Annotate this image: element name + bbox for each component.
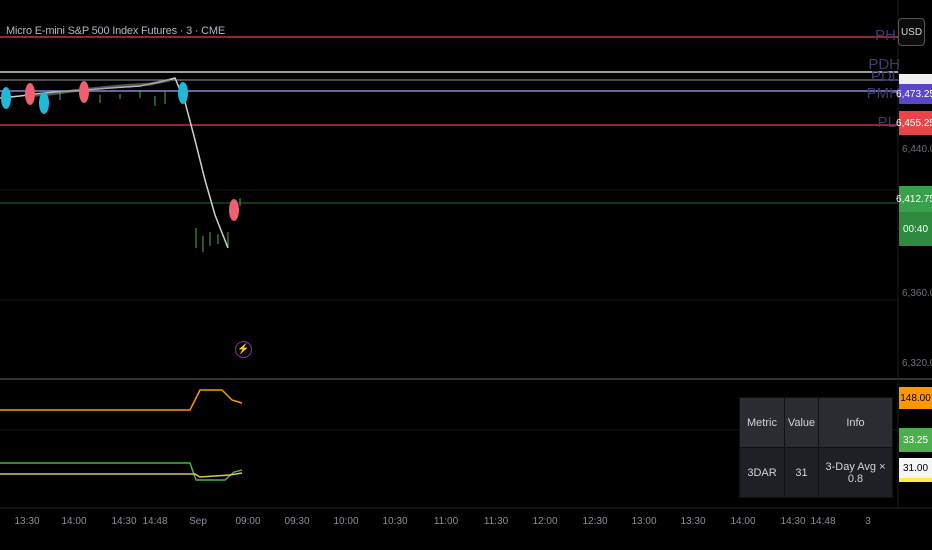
time-label: 10:00 xyxy=(333,516,359,527)
value-header: Value xyxy=(784,397,819,448)
metric-header: Metric xyxy=(739,397,785,448)
pdl-label: PDL xyxy=(870,68,900,85)
time-label: 13:30 xyxy=(14,516,40,527)
info-cell: 3-Day Avg × 0.8 xyxy=(818,447,893,498)
value-cell: 31 xyxy=(784,447,819,498)
red-marker xyxy=(79,81,89,103)
price-path-line[interactable] xyxy=(0,77,229,249)
red-marker xyxy=(25,83,35,105)
yellow-indicator-tag: 31.00 xyxy=(899,458,932,482)
red-marker xyxy=(229,199,239,221)
time-label: 14:00 xyxy=(61,516,87,527)
time-label: 14:00 xyxy=(730,516,756,527)
price-tick: 6,320.00 xyxy=(902,358,932,369)
currency-button[interactable]: USD xyxy=(898,18,925,46)
time-label: 14:48 xyxy=(810,516,836,527)
time-label: 12:30 xyxy=(582,516,608,527)
time-label: 10:30 xyxy=(382,516,408,527)
time-label: 12:00 xyxy=(532,516,558,527)
metric-cell: 3DAR xyxy=(739,447,785,498)
time-label: 13:00 xyxy=(631,516,657,527)
time-label: 13:30 xyxy=(680,516,706,527)
price-tick: 6,440.00 xyxy=(902,144,932,155)
last-price-tag: 6,412.75 xyxy=(896,186,932,212)
orange-indicator-tag: 148.00 xyxy=(899,387,932,409)
level-low-price-tag: 6,455.25 xyxy=(896,111,932,135)
time-label: 09:00 xyxy=(235,516,261,527)
green-indicator-line[interactable] xyxy=(0,462,243,481)
time-label: Sep xyxy=(189,516,207,527)
yellow-indicator-line[interactable] xyxy=(0,472,243,478)
orange-indicator-line[interactable] xyxy=(0,389,243,411)
pmh-label: PMH xyxy=(866,85,900,102)
pl-label: PL xyxy=(877,114,896,131)
time-label: 11:30 xyxy=(483,516,509,527)
cyan-marker xyxy=(39,92,49,114)
ph-label: PH xyxy=(875,27,896,44)
table-row: 3DAR 31 3-Day Avg × 0.8 xyxy=(739,447,893,498)
cyan-marker xyxy=(178,82,188,104)
time-label: 14:30 xyxy=(111,516,137,527)
metrics-table-header: Metric Value Info xyxy=(739,397,893,448)
time-label: 11:00 xyxy=(433,516,459,527)
cyan-marker xyxy=(1,87,11,109)
price-tick: 6,360.00 xyxy=(902,288,932,299)
grid-lines xyxy=(0,189,898,431)
time-label: 14:48 xyxy=(142,516,168,527)
symbol-title[interactable]: Micro E-mini S&P 500 Index Futures · 3 ·… xyxy=(6,25,225,37)
time-label: 14:30 xyxy=(780,516,806,527)
time-label: 3 xyxy=(865,516,871,527)
time-label: 09:30 xyxy=(284,516,310,527)
metrics-table: Metric Value Info 3DAR 31 3-Day Avg × 0.… xyxy=(739,397,893,498)
countdown-tag: 00:40 xyxy=(899,212,932,246)
info-header: Info xyxy=(818,397,893,448)
signal-markers[interactable] xyxy=(1,81,239,221)
lightning-icon[interactable]: ⚡ xyxy=(235,341,252,358)
candles[interactable] xyxy=(59,90,241,252)
green-indicator-tag: 33.25 xyxy=(899,428,932,452)
price-path-shadow xyxy=(24,78,171,98)
level-high-price-tag: 6,473.25 xyxy=(896,84,932,104)
